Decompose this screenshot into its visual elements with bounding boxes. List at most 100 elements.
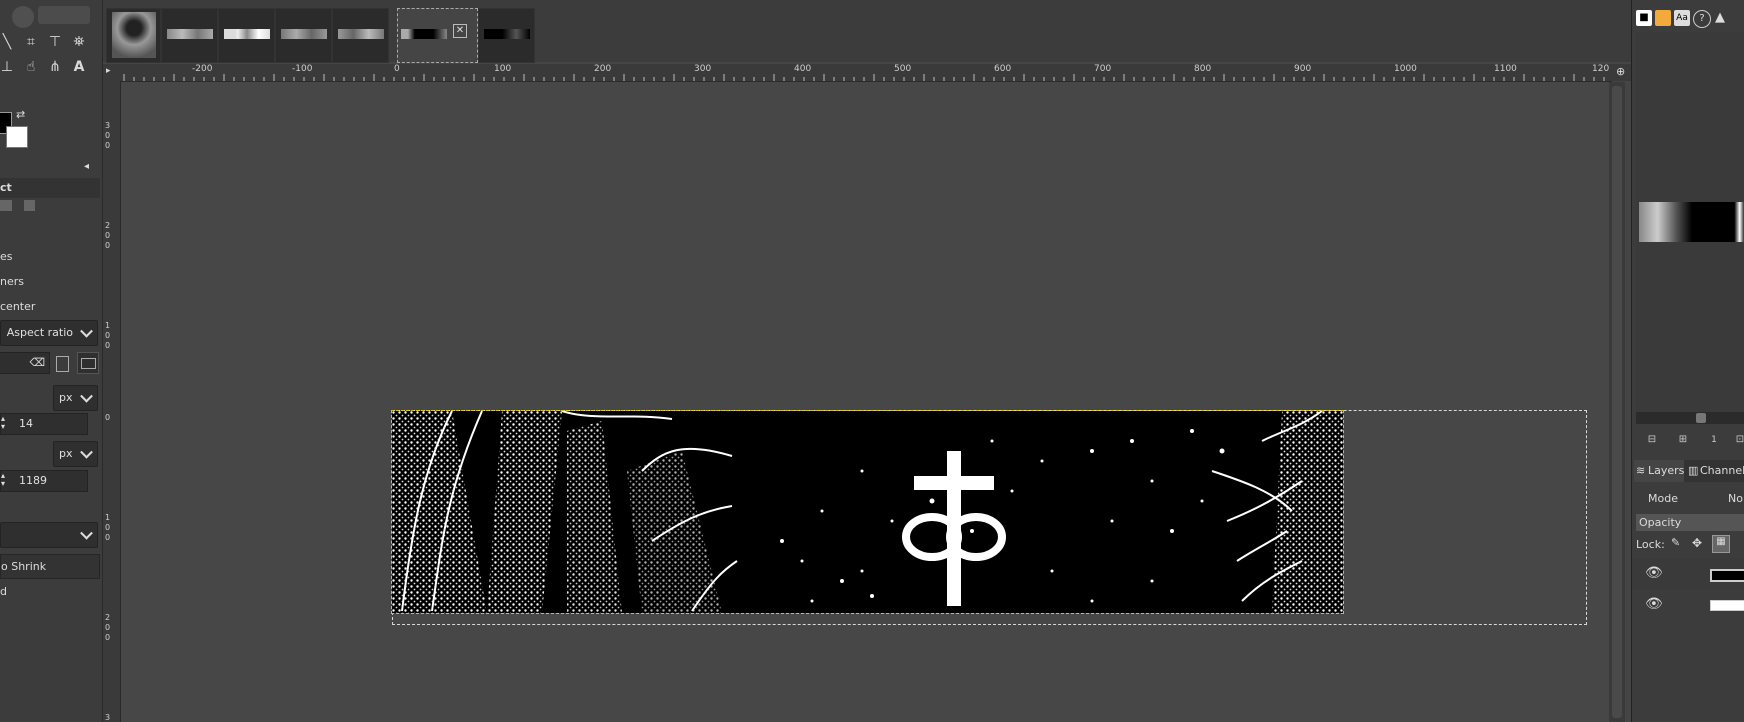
help-icon[interactable]: ? (1693, 10, 1711, 28)
text-tool-icon[interactable]: A (70, 58, 88, 76)
right-dock: ■ Aa ? ▲ ⊟ ⊞ 1 ⊡ ≋ Layers ▥ Channels Mod… (1631, 0, 1744, 722)
zoom-fit-icon[interactable]: ⊡ (1732, 432, 1744, 448)
tool-option-last[interactable]: d (0, 585, 7, 598)
image-tab-3[interactable] (218, 8, 275, 63)
chevron-down-icon (80, 389, 93, 403)
ruler-label: 0 (105, 633, 111, 642)
cross-emblem (902, 451, 1006, 606)
zoom-one-icon[interactable]: 1 (1706, 432, 1722, 448)
ruler-label: 0 (105, 413, 111, 422)
layer-row[interactable]: 👁 (1632, 559, 1744, 589)
tool-presets-icon[interactable]: ▲ (1712, 10, 1728, 26)
lock-position-icon[interactable]: ✥ (1692, 536, 1702, 550)
opacity-field[interactable]: Opacity (1636, 514, 1744, 531)
horizontal-ruler[interactable]: -200 -100 0 100 200 300 400 500 600 700 … (120, 64, 1612, 82)
image-tab-1[interactable] (106, 8, 161, 63)
image-thumbnail (281, 29, 327, 39)
zoom-in-icon[interactable]: ⊞ (1675, 432, 1691, 448)
transform-icon[interactable]: ⊤ (46, 33, 64, 51)
tab-channels[interactable]: ▥ Channels (1686, 460, 1744, 482)
toolbox-drop-area (38, 6, 90, 24)
fixed-mode-value: Aspect ratio (6, 326, 73, 339)
chevron-down-icon (80, 324, 93, 338)
scrollbar-thumb[interactable] (1696, 413, 1706, 423)
image-tab-7[interactable] (478, 8, 535, 63)
spin-arrows-icon[interactable]: ▴ ▾ (1, 415, 5, 431)
image-preview[interactable] (1639, 202, 1744, 242)
fonts-icon[interactable]: Aa (1674, 10, 1690, 26)
quick-mask-icon[interactable]: ▸ (106, 66, 111, 76)
zoom-out-icon[interactable]: ⊟ (1644, 432, 1660, 448)
tool-options-menu-icon[interactable]: ◂ (84, 161, 89, 172)
size-x-field[interactable]: ▴ ▾ 1189 (0, 470, 88, 492)
landscape-button[interactable] (77, 352, 99, 374)
position-y-value: 14 (19, 417, 33, 430)
spin-arrows-icon[interactable]: ▴ ▾ (1, 472, 5, 488)
image-tab-active[interactable]: ✕ (397, 8, 478, 63)
smudge-icon[interactable]: ☝ (22, 58, 40, 76)
lock-pixels-icon[interactable]: ✎ (1671, 536, 1680, 549)
clone-icon[interactable]: ⊥ (0, 58, 16, 76)
image-content[interactable] (391, 410, 1344, 614)
vertical-scrollbar[interactable] (1609, 82, 1625, 722)
chevron-down-icon (80, 526, 93, 540)
unit-select-2[interactable]: px (53, 441, 98, 467)
image-tab-4[interactable] (275, 8, 332, 63)
image-tab-2[interactable] (161, 8, 218, 63)
tool-option-3[interactable]: center (0, 300, 35, 313)
ruler-label: 0 (105, 231, 111, 240)
ruler-label: 0 (105, 331, 111, 340)
paths-icon[interactable]: ╲ (0, 33, 16, 51)
tool-option-2[interactable]: ners (0, 275, 24, 288)
tab-layers[interactable]: ≋ Layers (1634, 460, 1684, 482)
highlight-select[interactable] (0, 522, 98, 548)
image-thumbnail (224, 29, 270, 39)
mode-add-icon[interactable] (24, 200, 35, 211)
position-y-field[interactable]: ▴ ▾ 14 (0, 413, 88, 435)
close-icon[interactable]: ✕ (453, 24, 467, 38)
mode-select[interactable]: Nor (1728, 492, 1744, 505)
layers-icon: ≋ (1636, 464, 1646, 477)
portrait-icon[interactable] (56, 356, 69, 372)
auto-shrink-button[interactable]: o Shrink (0, 554, 100, 579)
layer-row[interactable]: 👁 (1632, 590, 1744, 620)
ruler-corner[interactable]: ▸ (103, 64, 120, 81)
channels-icon: ▥ (1688, 464, 1699, 477)
bucket-fill-icon[interactable]: ⛯ (70, 33, 88, 51)
lock-alpha-icon[interactable]: ▦ (1712, 535, 1730, 553)
path-tool-icon[interactable]: ⋔ (46, 58, 64, 76)
brushes-icon[interactable]: ■ (1636, 10, 1652, 26)
swap-colors-icon[interactable]: ⇄ (16, 108, 25, 121)
toolbox: ╲ ⌗ ⊤ ⛯ ⊥ ☝ ⋔ A ⇄ ◂ ct es ners center As… (0, 0, 103, 722)
ruler-label: 0 (105, 523, 111, 532)
patterns-icon[interactable] (1655, 10, 1671, 26)
eye-icon[interactable]: 👁 (1645, 596, 1663, 612)
scrollbar-thumb[interactable] (1612, 86, 1622, 718)
mode-label: Mode (1648, 492, 1678, 505)
unit-value-2: px (59, 447, 73, 460)
fixed-value-entry[interactable]: ⌫ (0, 352, 50, 374)
canvas[interactable] (121, 82, 1609, 722)
ruler-label: 0 (105, 623, 111, 632)
image-tab-5[interactable] (332, 8, 389, 63)
image-tabs: ✕ (103, 0, 1631, 63)
preview-scrollbar[interactable] (1636, 412, 1744, 424)
unit-select-1[interactable]: px (53, 385, 98, 411)
background-color[interactable] (6, 126, 28, 148)
ruler-label: 0 (105, 341, 111, 350)
fixed-mode-select[interactable]: Aspect ratio (0, 320, 98, 346)
zoom-icon[interactable]: ⊕ (1616, 65, 1625, 78)
mode-replace-icon[interactable] (0, 200, 12, 211)
crop-icon[interactable]: ⌗ (22, 33, 40, 51)
tool-option-1[interactable]: es (0, 250, 13, 263)
tab-layers-label: Layers (1648, 464, 1685, 477)
image-thumbnail (338, 29, 384, 39)
eye-icon[interactable]: 👁 (1645, 565, 1663, 581)
tab-channels-label: Channels (1700, 464, 1744, 477)
image-thumbnail (484, 29, 530, 39)
vertical-ruler[interactable]: 3 0 0 2 0 0 1 0 0 0 1 0 0 2 0 0 3 (103, 81, 121, 722)
landscape-icon (81, 358, 96, 369)
clear-icon[interactable]: ⌫ (29, 356, 45, 369)
layer-thumbnail (1710, 569, 1744, 582)
zoom-button[interactable]: ⊕ (1612, 64, 1631, 81)
